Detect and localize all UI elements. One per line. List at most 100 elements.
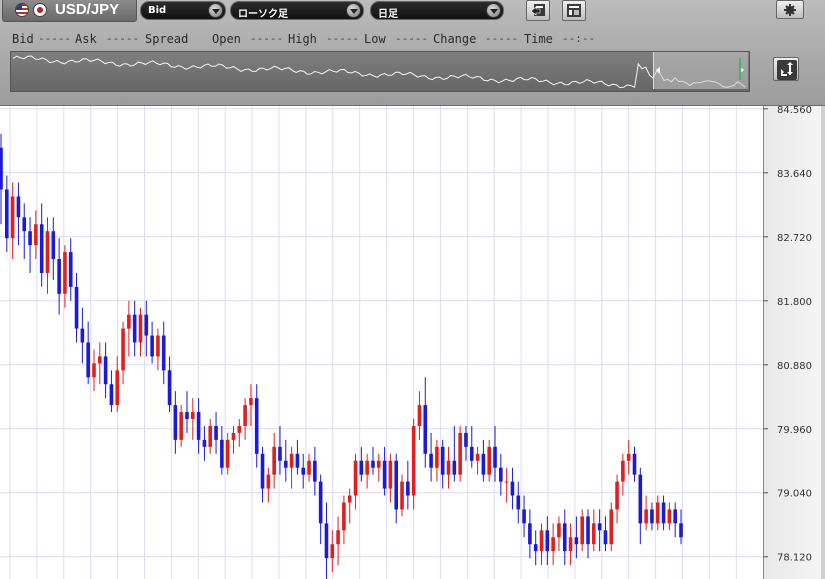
candle[interactable] [597, 509, 602, 552]
candle[interactable] [260, 446, 265, 503]
candle[interactable] [638, 467, 643, 545]
candle[interactable] [231, 425, 236, 454]
candle[interactable] [568, 523, 573, 566]
candle[interactable] [86, 321, 90, 385]
candle[interactable] [109, 370, 114, 413]
period-select[interactable]: 日足 [370, 1, 504, 20]
candle[interactable] [347, 488, 352, 524]
candle[interactable] [301, 453, 306, 489]
candle[interactable] [138, 307, 143, 357]
candle[interactable] [318, 474, 323, 545]
candle[interactable] [469, 425, 474, 468]
candle[interactable] [376, 453, 381, 482]
candle[interactable] [10, 182, 15, 260]
candle[interactable] [185, 391, 189, 433]
candle[interactable] [487, 439, 492, 482]
candle[interactable] [220, 425, 224, 475]
candle[interactable] [202, 425, 207, 461]
navigator-overview[interactable] [10, 51, 750, 92]
candle[interactable] [603, 516, 608, 552]
candle[interactable] [173, 391, 178, 454]
candle[interactable] [545, 516, 550, 566]
candle[interactable] [289, 446, 294, 489]
candle[interactable] [92, 349, 96, 392]
candle[interactable] [179, 405, 183, 447]
candle[interactable] [650, 502, 654, 531]
candle[interactable] [103, 342, 108, 399]
candle[interactable] [98, 342, 102, 385]
candle[interactable] [499, 453, 503, 496]
candle[interactable] [80, 307, 85, 364]
candle[interactable] [132, 300, 137, 357]
candle[interactable] [435, 439, 439, 482]
layout-button[interactable] [562, 0, 586, 21]
candle[interactable] [388, 453, 393, 503]
candle[interactable] [533, 530, 538, 566]
candle[interactable] [208, 419, 213, 454]
export-button[interactable] [526, 0, 550, 21]
candle[interactable] [580, 509, 584, 552]
candle[interactable] [283, 439, 288, 482]
candle[interactable] [196, 398, 201, 454]
candle[interactable] [190, 398, 195, 440]
candle[interactable] [481, 439, 486, 482]
candle[interactable] [0, 133, 3, 225]
candle[interactable] [673, 502, 677, 538]
candle[interactable] [39, 203, 44, 287]
candle[interactable] [127, 300, 131, 357]
candle[interactable] [342, 495, 346, 545]
candle[interactable] [353, 453, 358, 510]
candle[interactable] [254, 384, 259, 468]
candle[interactable] [626, 439, 631, 475]
candle[interactable] [592, 509, 596, 552]
candle[interactable] [458, 425, 462, 482]
candle[interactable] [22, 203, 27, 260]
candle[interactable] [214, 412, 218, 454]
candle[interactable] [382, 446, 387, 496]
candle[interactable] [429, 432, 433, 482]
candle[interactable] [510, 467, 515, 510]
candle[interactable] [522, 495, 526, 538]
candle[interactable] [609, 502, 614, 552]
candle[interactable] [57, 238, 61, 315]
candle[interactable] [237, 419, 242, 447]
candle[interactable] [423, 377, 428, 468]
candle[interactable] [440, 439, 445, 489]
candle[interactable] [615, 474, 619, 524]
candle[interactable] [243, 398, 247, 440]
candle[interactable] [272, 432, 276, 489]
candle[interactable] [121, 321, 125, 385]
candle[interactable] [655, 495, 660, 531]
candle[interactable] [28, 217, 32, 273]
candle[interactable] [45, 217, 50, 294]
candle[interactable] [5, 175, 9, 253]
candle[interactable] [551, 523, 555, 566]
candle[interactable] [307, 453, 311, 482]
candlestick-chart[interactable] [0, 106, 825, 579]
currency-pair-tab[interactable]: USD/JPY [2, 0, 137, 22]
chart-type-select[interactable]: ローソク足 [230, 1, 364, 20]
candle[interactable] [295, 439, 300, 475]
candle[interactable] [661, 495, 666, 531]
candle[interactable] [336, 516, 340, 566]
candle[interactable] [539, 523, 544, 566]
candle[interactable] [371, 446, 375, 475]
candle[interactable] [504, 467, 509, 503]
candle[interactable] [394, 453, 399, 524]
settings-button[interactable] [776, 0, 804, 19]
candle[interactable] [411, 419, 416, 510]
candle[interactable] [452, 425, 457, 482]
candle[interactable] [406, 460, 410, 510]
navigator-handle-right[interactable] [739, 58, 741, 80]
candle[interactable] [313, 446, 317, 496]
candle[interactable] [16, 182, 21, 246]
candle[interactable] [644, 495, 648, 531]
candle[interactable] [74, 272, 79, 343]
candle[interactable] [417, 391, 422, 440]
candle[interactable] [225, 432, 230, 475]
candle[interactable] [144, 300, 149, 357]
candle[interactable] [557, 516, 561, 552]
candle[interactable] [586, 509, 590, 559]
navigator-window[interactable] [653, 52, 748, 89]
candle[interactable] [365, 453, 369, 489]
